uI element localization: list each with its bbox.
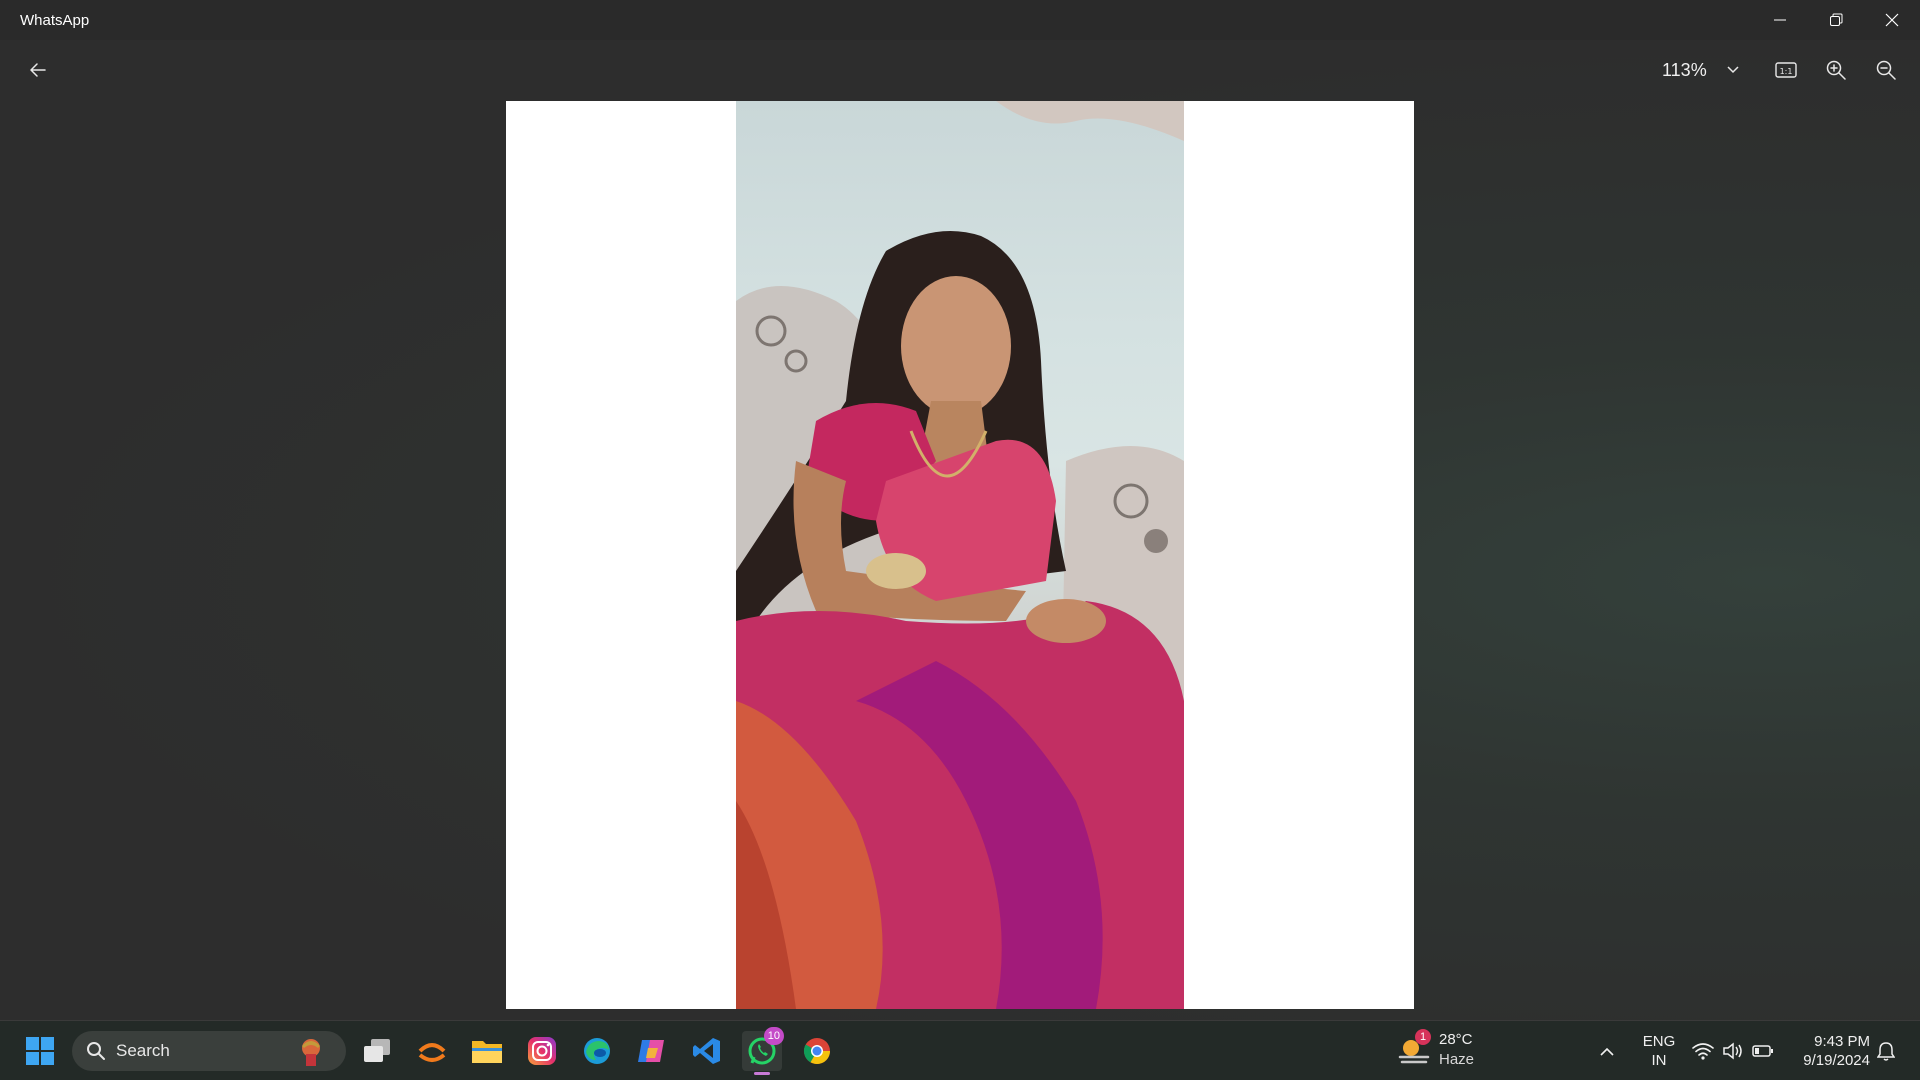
zoom-out-icon: [1876, 60, 1896, 80]
portrait-illustration: [736, 101, 1184, 1009]
restore-button[interactable]: [1808, 0, 1864, 40]
wifi-icon: [1692, 1043, 1714, 1060]
weather-widget[interactable]: 1 28°C Haze: [1395, 1029, 1495, 1073]
photo: [736, 101, 1184, 1009]
svg-text:1:1: 1:1: [1780, 67, 1793, 76]
zoom-level: 113%: [1662, 59, 1707, 80]
taskbar-search[interactable]: Search: [72, 1031, 346, 1071]
show-hidden-icons-button[interactable]: [1591, 1031, 1623, 1071]
app-orange-arc-icon: [418, 1043, 446, 1062]
copilot-icon: [638, 1040, 664, 1062]
quick-settings[interactable]: [1692, 1031, 1778, 1071]
taskbar-copilot[interactable]: [632, 1031, 672, 1071]
notifications-button[interactable]: [1870, 1031, 1902, 1071]
weather-temperature: 28°C: [1439, 1031, 1473, 1048]
zoom-dropdown[interactable]: 113%: [1662, 54, 1739, 86]
search-label: Search: [116, 1041, 170, 1060]
taskbar-whatsapp[interactable]: 10: [742, 1027, 784, 1075]
start-button[interactable]: [20, 1031, 60, 1071]
media-viewer: 113% 1:1: [0, 40, 1920, 1020]
taskbar-vscode[interactable]: [687, 1031, 727, 1071]
file-explorer-icon: [472, 1041, 502, 1063]
weather-badge: 1: [1415, 1029, 1431, 1045]
chevron-up-icon: [1600, 1047, 1614, 1056]
clock[interactable]: 9:43 PM 9/19/2024: [1790, 1031, 1870, 1071]
taskbar-instagram[interactable]: [522, 1031, 562, 1071]
taskbar-chrome[interactable]: [797, 1031, 837, 1071]
vscode-icon: [693, 1038, 720, 1064]
window-title: WhatsApp: [20, 11, 90, 29]
back-button[interactable]: [22, 54, 54, 86]
clock-date: 9/19/2024: [1803, 1052, 1870, 1069]
volume-icon: [1723, 1042, 1742, 1060]
back-arrow-icon: [30, 63, 46, 77]
chevron-down-icon: [1727, 66, 1739, 74]
start-icon: [26, 1037, 54, 1065]
window-controls: [1752, 0, 1920, 40]
language-indicator[interactable]: ENG IN: [1640, 1031, 1678, 1071]
taskbar-file-explorer[interactable]: [467, 1031, 507, 1071]
search-icon: [87, 1042, 105, 1060]
zoom-in-button[interactable]: [1820, 54, 1852, 86]
zoom-out-button[interactable]: [1870, 54, 1902, 86]
image-canvas[interactable]: [506, 101, 1414, 1009]
minimize-icon: [1774, 19, 1786, 21]
taskbar-edge[interactable]: [577, 1031, 617, 1071]
battery-icon: [1752, 1045, 1773, 1057]
zoom-in-icon: [1826, 60, 1846, 80]
restore-icon: [1830, 13, 1843, 26]
bell-icon: [1877, 1042, 1895, 1061]
title-bar: WhatsApp: [0, 0, 1920, 40]
clock-time: 9:43 PM: [1814, 1033, 1870, 1050]
search-highlight-icon: [302, 1039, 320, 1066]
edge-icon: [584, 1038, 610, 1064]
language-line1: ENG: [1642, 1033, 1676, 1050]
taskbar-app-orange[interactable]: [412, 1031, 452, 1071]
task-view-icon: [364, 1039, 390, 1062]
instagram-icon: [528, 1037, 556, 1065]
taskbar: Search 10 1 28°C Haze ENG IN 9:43 PM 9/1…: [0, 1020, 1920, 1080]
close-icon: [1885, 13, 1899, 27]
chrome-icon: [803, 1038, 831, 1065]
whatsapp-badge: 10: [763, 1027, 784, 1045]
task-view-button[interactable]: [357, 1031, 397, 1071]
actual-size-button[interactable]: 1:1: [1770, 54, 1802, 86]
weather-condition: Haze: [1439, 1051, 1475, 1068]
viewer-toolbar: 113% 1:1: [0, 40, 1920, 100]
minimize-button[interactable]: [1752, 0, 1808, 40]
active-indicator: [754, 1072, 770, 1075]
actual-size-icon: 1:1: [1775, 62, 1797, 78]
language-line2: IN: [1651, 1052, 1667, 1069]
close-button[interactable]: [1864, 0, 1920, 40]
